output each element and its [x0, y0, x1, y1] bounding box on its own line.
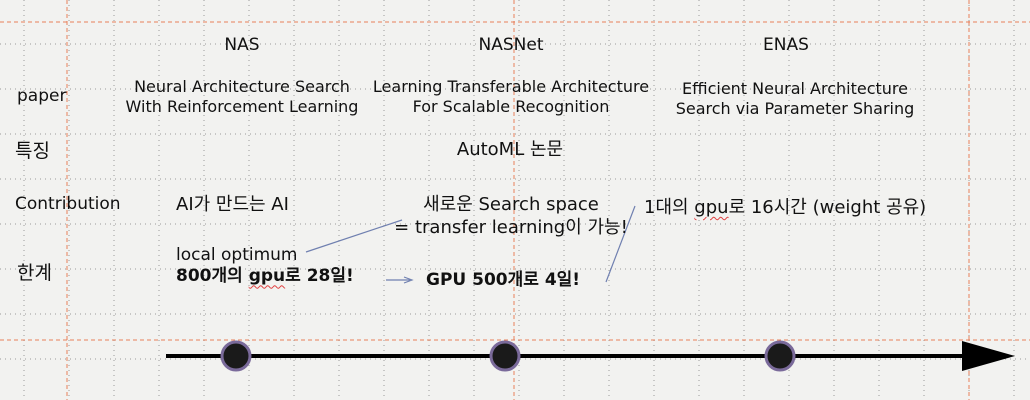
nasnet-contribution-line2: = transfer learning이 가능!	[394, 216, 628, 238]
nas-paper-title: Neural Architecture Search With Reinforc…	[112, 77, 372, 117]
timeline-node-enas	[764, 340, 796, 372]
timeline-node-nas	[220, 340, 252, 372]
row-label-feature: 특징	[15, 140, 50, 162]
nas-limit: local optimum 800개의 gpu로 28일!	[176, 245, 354, 288]
nasnet-limit: GPU 500개로 4일!	[426, 270, 581, 290]
enas-contribution-pre: 1대의	[644, 197, 695, 218]
nas-limit-line2: 800개의 gpu로 28일!	[176, 266, 354, 287]
nas-paper-line2: With Reinforcement Learning	[125, 97, 359, 116]
column-title-nas: NAS	[224, 35, 260, 55]
enas-contribution-post: 로 16시간 (weight 공유)	[728, 197, 927, 218]
timeline	[166, 340, 1015, 372]
nas-limit-pre: 800개의	[176, 266, 249, 287]
nas-limit-gpu: gpu	[248, 266, 286, 287]
shared-feature: AutoML 논문	[456, 139, 564, 160]
timeline-arrowhead	[962, 341, 1015, 371]
nasnet-contribution: 새로운 Search space = transfer learning이 가능…	[376, 194, 646, 239]
row-label-contribution: Contribution	[15, 194, 121, 214]
column-title-enas: ENAS	[763, 35, 809, 55]
column-title-nasnet: NASNet	[478, 35, 544, 55]
nasnet-paper-line1: Learning Transferable Architecture	[372, 77, 650, 96]
nasnet-paper-title: Learning Transferable Architecture For S…	[366, 77, 656, 117]
enas-contribution: 1대의 gpu로 16시간 (weight 공유)	[644, 197, 926, 220]
enas-paper-line1: Efficient Neural Architecture	[682, 79, 908, 98]
nas-limit-post: 로 28일!	[285, 266, 354, 287]
nas-limit-line1: local optimum	[176, 245, 298, 265]
enas-paper-title: Efficient Neural Architecture Search via…	[665, 79, 925, 119]
timeline-node-nasnet	[489, 340, 521, 372]
nas-paper-line1: Neural Architecture Search	[134, 77, 350, 96]
enas-paper-line2: Search via Parameter Sharing	[675, 99, 915, 118]
row-label-limit: 한계	[17, 262, 52, 284]
row-label-paper: paper	[17, 86, 67, 106]
nas-contribution: AI가 만드는 AI	[176, 194, 289, 215]
nasnet-contribution-line1: 새로운 Search space	[423, 194, 599, 215]
enas-contribution-gpu: gpu	[694, 197, 729, 218]
nasnet-paper-line2: For Scalable Recognition	[412, 97, 610, 116]
